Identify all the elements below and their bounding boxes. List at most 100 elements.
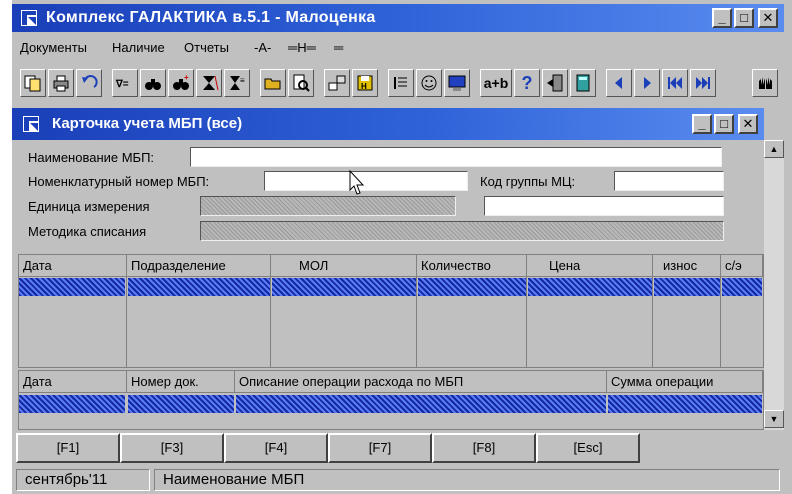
close-button[interactable]: ✕	[758, 8, 778, 28]
monitor-icon[interactable]	[444, 69, 470, 97]
svg-text:+: +	[184, 73, 189, 82]
smiley-icon[interactable]	[416, 69, 442, 97]
maximize-button[interactable]: □	[734, 8, 754, 28]
menu-n[interactable]: ═Н═	[288, 40, 316, 55]
unit-label: Единица измерения	[28, 199, 150, 214]
menu-bar: Документы Наличие Отчеты -А- ═Н═ ═	[12, 36, 784, 60]
f4-button[interactable]: [F4]	[224, 433, 328, 463]
status-bar: сентябрь'11 Наименование МБП	[12, 468, 784, 492]
column-divider	[652, 277, 653, 367]
last-icon[interactable]	[690, 69, 716, 97]
unit-extra-field[interactable]	[484, 196, 724, 216]
mouse-cursor-icon	[349, 170, 365, 195]
selected-row-cell[interactable]	[272, 278, 416, 296]
calculator-icon[interactable]	[570, 69, 596, 97]
binoculars-plus-icon[interactable]: +	[168, 69, 194, 97]
help-icon[interactable]: ?	[514, 69, 540, 97]
selected-row-cell[interactable]	[128, 395, 234, 413]
first-icon[interactable]	[662, 69, 688, 97]
filter-icon[interactable]: ∇=	[112, 69, 138, 97]
status-field-name: Наименование МБП	[154, 469, 780, 491]
selected-row-cell[interactable]	[19, 278, 125, 296]
nomenclature-field[interactable]	[264, 171, 468, 191]
open-folder-icon[interactable]	[260, 69, 286, 97]
col-se[interactable]: с/э	[721, 255, 763, 277]
child-close-button[interactable]: ✕	[738, 114, 758, 134]
binoculars-icon[interactable]	[140, 69, 166, 97]
selected-row-cell[interactable]	[128, 278, 270, 296]
copy-doc-icon[interactable]	[20, 69, 46, 97]
method-label: Методика списания	[28, 224, 147, 239]
selected-row-cell[interactable]	[528, 278, 652, 296]
hands-icon[interactable]	[752, 69, 778, 97]
selected-row-cell[interactable]	[654, 278, 720, 296]
col-wear[interactable]: износ	[653, 255, 721, 277]
col-department[interactable]: Подразделение	[127, 255, 271, 277]
menu-extra[interactable]: ═	[334, 40, 343, 55]
toolbar: ∇= + ≡ H a+b ?	[12, 66, 784, 100]
nomenclature-label: Номенклатурный номер МБП:	[28, 174, 210, 189]
app-icon	[21, 10, 37, 26]
svg-text:≡: ≡	[240, 76, 245, 85]
next-icon[interactable]	[634, 69, 660, 97]
list-icon[interactable]	[388, 69, 414, 97]
menu-availability[interactable]: Наличие	[112, 40, 165, 55]
column-divider	[270, 277, 271, 367]
esc-button[interactable]: [Esc]	[536, 433, 640, 463]
col-mol[interactable]: МОЛ	[271, 255, 417, 277]
minimize-button[interactable]: _	[712, 8, 732, 28]
unit-field	[200, 196, 456, 216]
col-op-description[interactable]: Описание операции расхода по МБП	[235, 371, 607, 393]
child-window-title-bar: Карточка учета МБП (все) _ □ ✕	[12, 108, 764, 140]
selected-row-cell[interactable]	[418, 278, 526, 296]
col-price[interactable]: Цена	[527, 255, 653, 277]
selected-row-cell[interactable]	[608, 395, 762, 413]
group-code-label: Код группы МЦ:	[480, 174, 576, 189]
selected-row-cell[interactable]	[236, 395, 606, 413]
menu-reports[interactable]: Отчеты	[184, 40, 229, 55]
column-divider	[416, 277, 417, 367]
menu-documents[interactable]: Документы	[20, 40, 87, 55]
f7-button[interactable]: [F7]	[328, 433, 432, 463]
title-bar: Комплекс ГАЛАКТИКА в.5.1 - Малоценка _ □…	[12, 4, 784, 32]
sort-alt-icon[interactable]: ≡	[224, 69, 250, 97]
text-ab-icon[interactable]: a+b	[480, 69, 512, 97]
scroll-up-icon[interactable]: ▲	[764, 140, 784, 158]
selected-row-cell[interactable]	[19, 395, 125, 413]
function-keys-bar: [F1] [F3] [F4] [F7] [F8] [Esc]	[12, 432, 784, 464]
exit-door-icon[interactable]	[542, 69, 568, 97]
col-date[interactable]: Дата	[19, 255, 127, 277]
save-disk-icon[interactable]: H	[352, 69, 378, 97]
f8-button[interactable]: [F8]	[432, 433, 536, 463]
find-doc-icon[interactable]	[288, 69, 314, 97]
name-label: Наименование МБП:	[28, 150, 155, 165]
column-divider	[720, 277, 721, 367]
group-code-field[interactable]	[614, 171, 724, 191]
method-field	[200, 221, 724, 241]
f1-button[interactable]: [F1]	[16, 433, 120, 463]
column-divider	[126, 277, 127, 367]
vertical-scrollbar[interactable]: ▲ ▼	[764, 140, 784, 430]
network-icon[interactable]	[324, 69, 350, 97]
main-window: Комплекс ГАЛАКТИКА в.5.1 - Малоценка _ □…	[12, 0, 792, 494]
col-quantity[interactable]: Количество	[417, 255, 527, 277]
print-icon[interactable]	[48, 69, 74, 97]
card-form: Наименование МБП: Номенклатурный номер М…	[12, 140, 764, 254]
menu-a[interactable]: -А-	[254, 40, 271, 55]
scroll-down-icon[interactable]: ▼	[764, 410, 784, 428]
sort-icon[interactable]	[196, 69, 222, 97]
child-minimize-button[interactable]: _	[692, 114, 712, 134]
operations-table: Дата Номер док. Описание операции расход…	[18, 370, 764, 430]
name-field[interactable]	[190, 147, 722, 167]
undo-icon[interactable]	[76, 69, 102, 97]
status-period: сентябрь'11	[16, 469, 150, 491]
window-title: Комплекс ГАЛАКТИКА в.5.1 - Малоценка	[46, 9, 376, 26]
selected-row-cell[interactable]	[722, 278, 762, 296]
col-op-date[interactable]: Дата	[19, 371, 127, 393]
svg-text:H: H	[361, 82, 367, 91]
col-doc-number[interactable]: Номер док.	[127, 371, 235, 393]
child-maximize-button[interactable]: □	[714, 114, 734, 134]
f3-button[interactable]: [F3]	[120, 433, 224, 463]
prev-icon[interactable]	[606, 69, 632, 97]
col-op-sum[interactable]: Сумма операции	[607, 371, 763, 393]
